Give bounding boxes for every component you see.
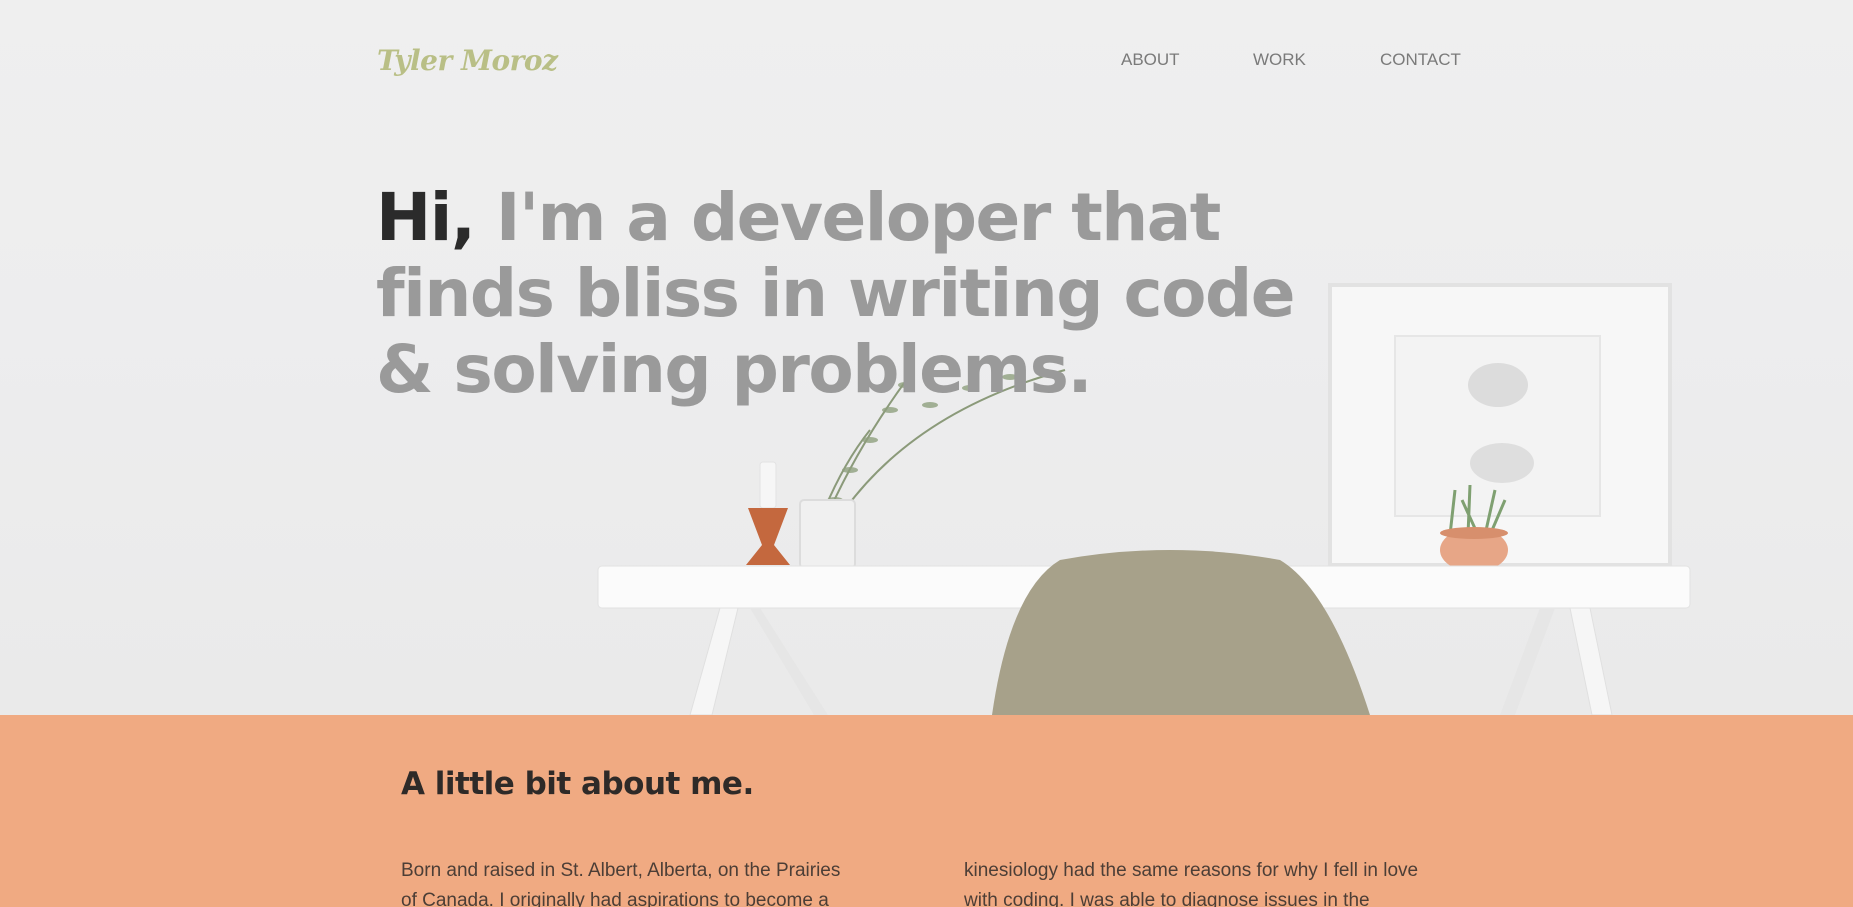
about-paragraph-right: kinesiology had the same reasons for why… [964,860,1419,907]
nav-work[interactable]: WORK [1253,50,1306,70]
candle-holder-icon [746,461,790,565]
nav-about[interactable]: ABOUT [1121,50,1180,70]
hero-headline-text: I'm a developer that finds bliss in writ… [376,179,1295,408]
about-title: A little bit about me. [401,766,754,802]
about-section: A little bit about me. Born and raised i… [0,715,1853,907]
nav-contact[interactable]: CONTACT [1380,50,1461,70]
vase-icon [799,499,856,569]
picture-frame-icon [1328,283,1672,567]
site-logo[interactable]: Tyler Moroz [377,44,558,77]
about-paragraph-left: Born and raised in St. Albert, Alberta, … [401,860,841,907]
hero-headline: Hi, I'm a developer that finds bliss in … [376,180,1316,408]
hero-section: Tyler Moroz ABOUT WORK CONTACT Hi, I'm a… [0,0,1853,715]
hero-greeting: Hi, [376,179,476,256]
